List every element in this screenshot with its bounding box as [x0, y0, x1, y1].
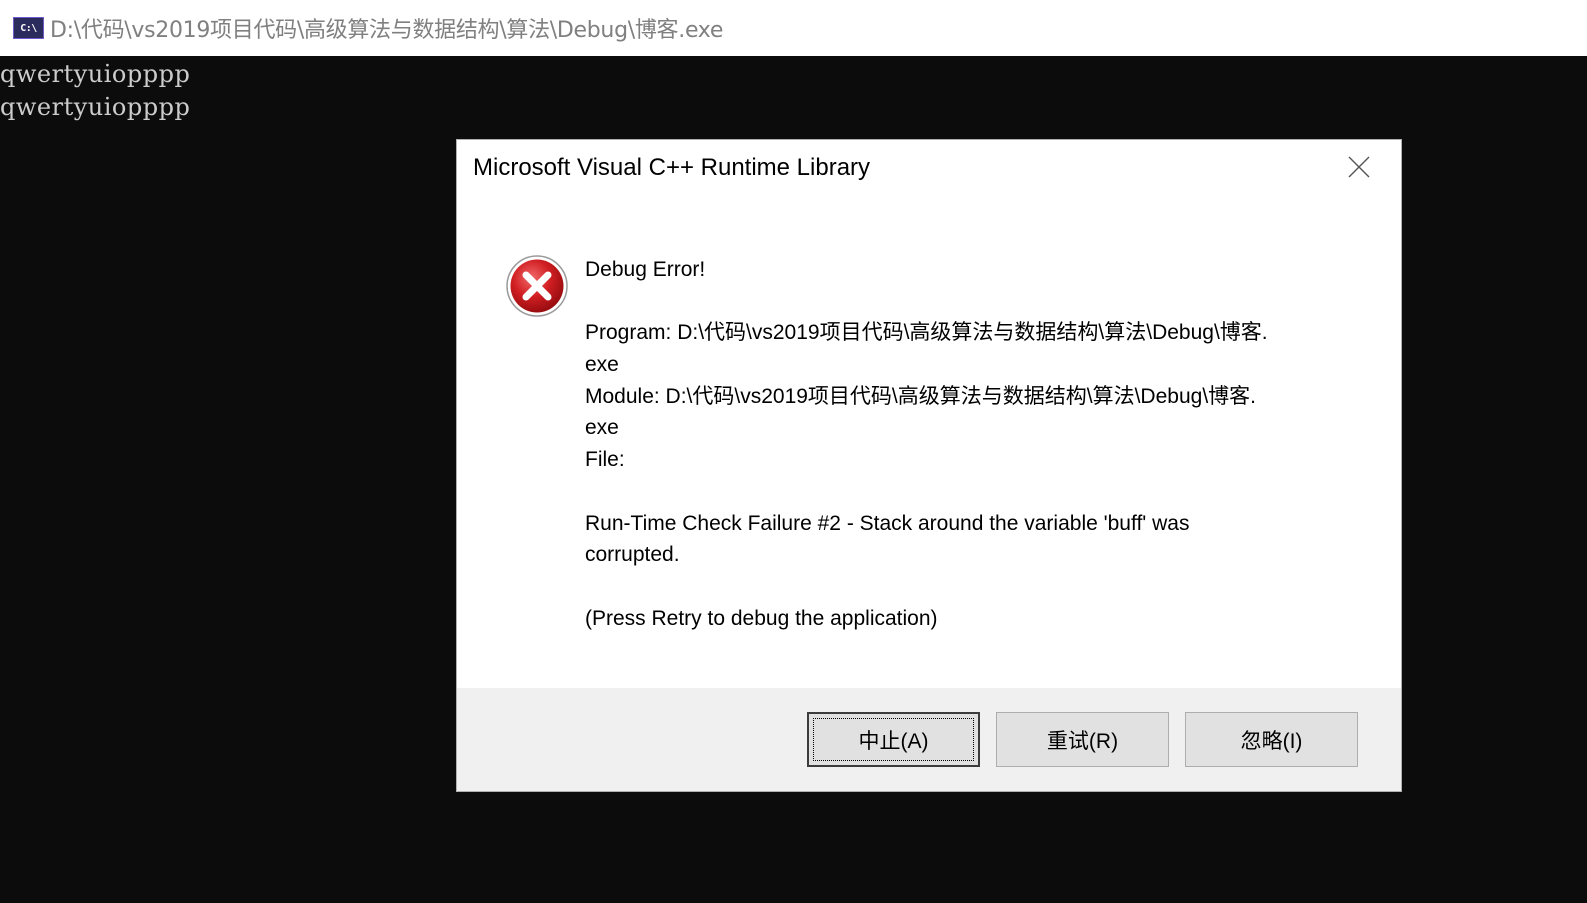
message-line — [585, 476, 1345, 508]
console-window: C:\ D:\代码\vs2019项目代码\高级算法与数据结构\算法\Debug\… — [0, 0, 1587, 903]
console-output: qwertyuiopppp qwertyuiopppp — [0, 58, 190, 124]
focus-rectangle — [813, 718, 974, 761]
console-icon-text: C:\ — [20, 22, 37, 34]
message-line: (Press Retry to debug the application) — [585, 606, 938, 630]
message-line: corrupted. — [585, 543, 680, 567]
close-icon[interactable] — [1347, 155, 1371, 179]
error-dialog: Microsoft Visual C++ Runtime Library Deb… — [456, 139, 1402, 792]
message-line: Run-Time Check Failure #2 - Stack around… — [585, 511, 1190, 535]
message-line: Debug Error! — [585, 258, 706, 281]
message-line: File: — [585, 448, 625, 472]
message-line: Program: D:\代码\vs2019项目代码\高级算法与数据结构\算法\D… — [585, 321, 1268, 345]
dialog-message: Debug Error! Program: D:\代码\vs2019项目代码\高… — [585, 254, 1345, 634]
ignore-button-label: 忽略(I) — [1240, 729, 1303, 753]
message-line: exe — [585, 416, 619, 440]
abort-button[interactable]: 中止(A) — [807, 712, 980, 767]
window-titlebar[interactable]: C:\ D:\代码\vs2019项目代码\高级算法与数据结构\算法\Debug\… — [0, 0, 1587, 56]
console-line: qwertyuiopppp — [0, 60, 191, 88]
retry-button-label: 重试(R) — [1046, 729, 1119, 753]
message-line — [585, 571, 1345, 603]
error-icon — [506, 255, 568, 317]
retry-button[interactable]: 重试(R) — [996, 712, 1169, 767]
message-line: Module: D:\代码\vs2019项目代码\高级算法与数据结构\算法\De… — [585, 384, 1256, 408]
message-line — [585, 286, 1345, 318]
dialog-button-bar: 中止(A) 重试(R) 忽略(I) — [457, 688, 1401, 791]
message-line: exe — [585, 353, 619, 377]
dialog-title: Microsoft Visual C++ Runtime Library — [473, 154, 871, 181]
ignore-button[interactable]: 忽略(I) — [1185, 712, 1358, 767]
window-title: D:\代码\vs2019项目代码\高级算法与数据结构\算法\Debug\博客.e… — [50, 18, 724, 43]
console-line: qwertyuiopppp — [0, 93, 191, 121]
console-app-icon[interactable]: C:\ — [13, 17, 44, 39]
